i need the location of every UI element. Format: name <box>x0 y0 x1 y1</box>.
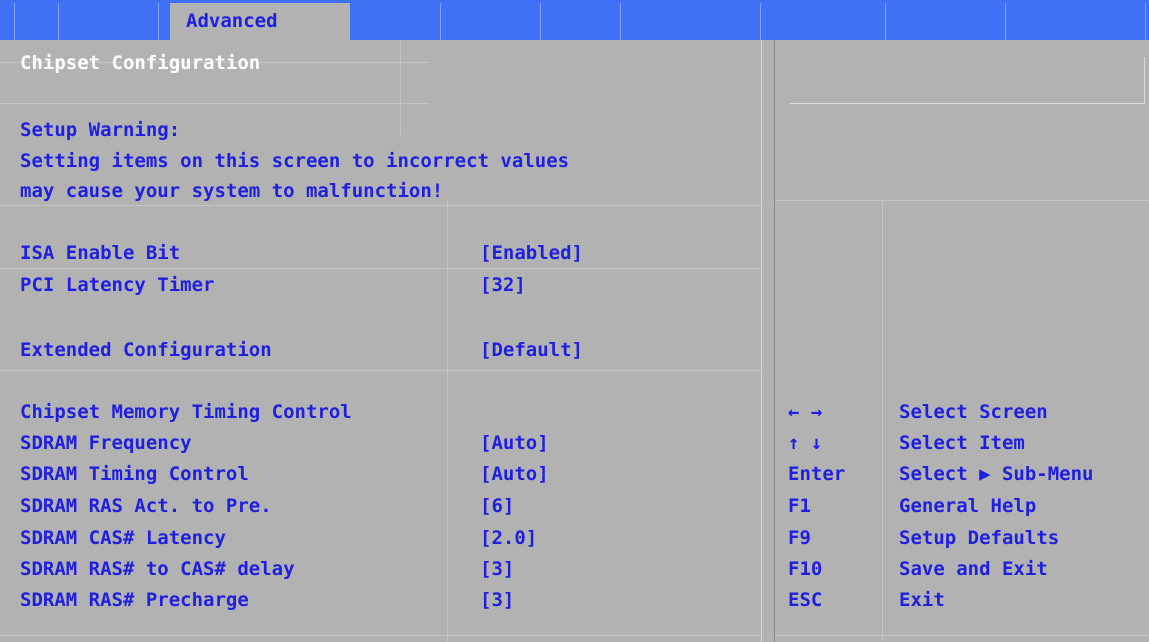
setting-value[interactable]: [2.0] <box>480 527 537 549</box>
warning-line-2: may cause your system to malfunction! <box>20 180 444 202</box>
menu-tab-blank-5[interactable] <box>440 3 541 40</box>
menu-tab-blank-6[interactable] <box>540 3 621 40</box>
menu-tab-blank-7[interactable] <box>620 3 761 40</box>
key-action: Select Item <box>899 432 1025 454</box>
key-action: Select ▶ Sub-Menu <box>899 463 1094 485</box>
grid-line <box>0 205 761 206</box>
setting-value[interactable]: [6] <box>480 495 514 517</box>
menu-tab-blank-4[interactable] <box>350 3 441 40</box>
arrow-up-down-icon: ↑ ↓ <box>788 432 823 454</box>
setting-value[interactable]: [Auto] <box>480 432 549 454</box>
setting-label: SDRAM RAS# Precharge <box>20 589 249 611</box>
tab-advanced[interactable]: Advanced <box>170 3 350 40</box>
key-action: General Help <box>899 495 1037 517</box>
grid-line <box>0 370 761 371</box>
menu-tab-blank-9[interactable] <box>885 3 1006 40</box>
setting-value[interactable]: [3] <box>480 589 514 611</box>
key-action: Select Screen <box>899 401 1048 423</box>
grid-line <box>0 635 761 636</box>
menu-tab-blank-10[interactable] <box>1005 3 1146 40</box>
setting-label: SDRAM RAS Act. to Pre. <box>20 495 272 517</box>
key-action: Exit <box>899 589 945 611</box>
screen-title: Chipset Configuration <box>20 52 261 74</box>
warning-line-1: Setting items on this screen to incorrec… <box>20 150 570 172</box>
key-action: Setup Defaults <box>899 527 1060 549</box>
setting-label: SDRAM RAS# to CAS# delay <box>20 558 295 580</box>
column-divider <box>447 200 448 642</box>
warning-heading: Setup Warning: <box>20 119 181 141</box>
setting-label: SDRAM Timing Control <box>20 463 249 485</box>
menu-tab-blank-1[interactable] <box>0 3 15 40</box>
key-name: ESC <box>788 589 823 611</box>
menu-bar: Advanced <box>0 0 1149 40</box>
setting-value[interactable]: [Default] <box>480 339 583 361</box>
column-divider <box>882 200 883 642</box>
setting-value[interactable]: [32] <box>480 274 526 296</box>
settings-pane: Chipset Configuration Setup Warning: Set… <box>0 40 761 642</box>
setting-label: SDRAM CAS# Latency <box>20 527 226 549</box>
setting-value[interactable]: [Auto] <box>480 463 549 485</box>
grid-line <box>775 635 1149 636</box>
grid-line <box>400 40 401 135</box>
tab-advanced-label: Advanced <box>186 10 278 32</box>
menu-tab-blank-8[interactable] <box>775 3 886 40</box>
key-name: F1 <box>788 495 811 517</box>
grid-line <box>0 268 761 269</box>
key-action: Save and Exit <box>899 558 1048 580</box>
setting-label: Chipset Memory Timing Control <box>20 401 352 423</box>
pane-divider <box>761 40 775 642</box>
menu-tab-blank-3[interactable] <box>58 3 159 40</box>
setting-label: PCI Latency Timer <box>20 274 215 296</box>
key-name: F10 <box>788 558 823 580</box>
help-pane: ← → Select Screen ↑ ↓ Select Item Enter … <box>775 40 1149 642</box>
menu-tab-blank-2[interactable] <box>14 3 59 40</box>
key-name: F9 <box>788 527 811 549</box>
grid-line <box>775 200 1149 201</box>
setting-label: SDRAM Frequency <box>20 432 192 454</box>
setting-value[interactable]: [3] <box>480 558 514 580</box>
key-name: Enter <box>788 463 846 485</box>
arrow-left-right-icon: ← → <box>788 401 823 423</box>
setting-label: Extended Configuration <box>20 339 272 361</box>
setting-value[interactable]: [Enabled] <box>480 242 583 264</box>
grid-line <box>0 103 430 104</box>
setting-label: ISA Enable Bit <box>20 242 181 264</box>
